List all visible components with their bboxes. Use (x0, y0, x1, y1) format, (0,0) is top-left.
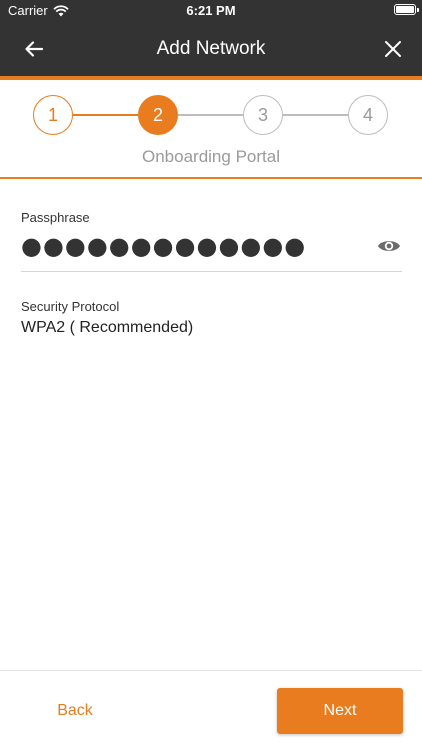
back-button[interactable]: Back (40, 696, 110, 726)
eye-icon[interactable] (377, 237, 401, 255)
step-3: 3 (243, 95, 283, 135)
stepper-divider (0, 177, 422, 179)
passphrase-label: Passphrase (21, 210, 90, 225)
nav-bar: Add Network (0, 22, 422, 76)
passphrase-underline (21, 271, 402, 272)
security-protocol-select[interactable]: WPA2 ( Recommended) (21, 319, 193, 337)
step-2: 2 (138, 95, 178, 135)
step-4: 4 (348, 95, 388, 135)
step-connector-3-4 (283, 114, 348, 116)
next-button[interactable]: Next (277, 688, 403, 734)
step-1-label: 1 (47, 104, 58, 125)
step-4-label: 4 (362, 104, 373, 125)
status-right (394, 4, 419, 15)
battery-icon (394, 4, 419, 15)
security-protocol-label: Security Protocol (21, 299, 120, 314)
step-caption: Onboarding Portal (142, 147, 280, 166)
step-connector-2-3 (178, 114, 243, 116)
step-2-label: 2 (152, 104, 163, 125)
step-1: 1 (33, 95, 73, 135)
page-title: Add Network (156, 38, 266, 59)
close-icon[interactable] (384, 40, 402, 58)
progress-stepper: 1 2 3 4 Onboarding Portal (0, 80, 422, 177)
status-bar: Carrier 6:21 PM (0, 0, 422, 22)
passphrase-input[interactable] (21, 233, 361, 259)
step-3-label: 3 (257, 104, 268, 125)
footer-divider (0, 670, 422, 671)
step-connector-1-2 (73, 114, 138, 116)
status-time: 6:21 PM (186, 3, 236, 18)
